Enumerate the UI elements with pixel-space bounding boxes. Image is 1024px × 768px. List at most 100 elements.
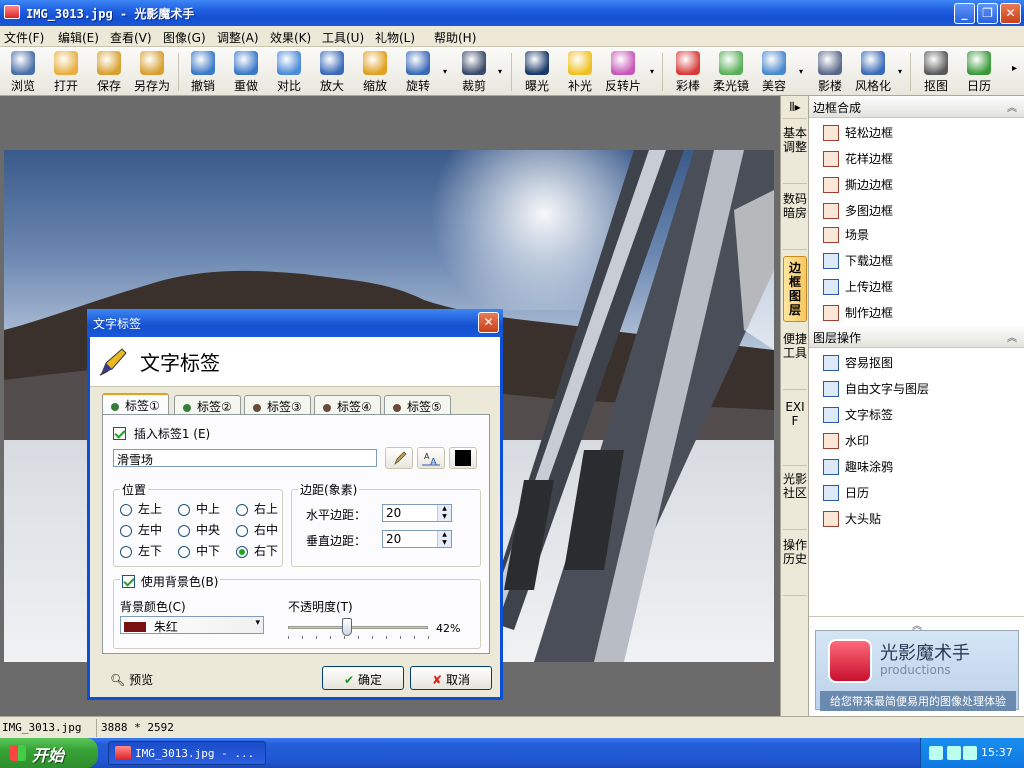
panel-item-torn-frame[interactable]: 撕边边框 bbox=[823, 176, 893, 196]
menu-adjust[interactable]: 调整(A) bbox=[217, 29, 259, 46]
crop-button[interactable]: 裁剪 bbox=[451, 49, 497, 94]
bg-color-select[interactable]: 朱红 ▾ bbox=[120, 616, 264, 634]
panel-item-download-frame[interactable]: 下载边框 bbox=[823, 252, 893, 272]
panel-item-easy-cutout[interactable]: 容易抠图 bbox=[823, 354, 893, 374]
radio-top-center[interactable]: 中上 bbox=[178, 500, 220, 517]
network-icon[interactable] bbox=[929, 746, 943, 760]
panel-item-watermark[interactable]: 水印 bbox=[823, 432, 869, 452]
panel-item-doodle[interactable]: 趣味涂鸦 bbox=[823, 458, 893, 478]
cancel-button[interactable]: ✘ 取消 bbox=[410, 666, 492, 690]
panel-item-calendar[interactable]: 日历 bbox=[823, 484, 869, 504]
tab-quick-tools[interactable]: 便捷工具 bbox=[783, 328, 807, 390]
label-text-input[interactable]: 滑雪场 bbox=[113, 449, 377, 467]
panel-item-make-frame[interactable]: 制作边框 bbox=[823, 304, 893, 324]
radio-bottom-center[interactable]: 中下 bbox=[178, 542, 220, 559]
tab-exif[interactable]: EXIF bbox=[783, 396, 807, 466]
exposure-button[interactable]: 曝光 bbox=[514, 49, 560, 94]
taskbar-item[interactable]: IMG_3013.jpg - ... bbox=[108, 741, 266, 765]
radio-top-left[interactable]: 左上 bbox=[120, 500, 162, 517]
opacity-slider-track[interactable] bbox=[288, 626, 428, 629]
menu-tools[interactable]: 工具(U) bbox=[322, 29, 364, 46]
tab-history[interactable]: 操作历史 bbox=[783, 534, 807, 596]
rotate-dropdown-icon[interactable]: ▾ bbox=[443, 67, 447, 76]
radio-bottom-left[interactable]: 左下 bbox=[120, 542, 162, 559]
tab-frame-layers[interactable]: 边框图层 bbox=[783, 256, 807, 322]
panel-item-easy-frame[interactable]: 轻松边框 bbox=[823, 124, 893, 144]
menu-image[interactable]: 图像(G) bbox=[163, 29, 206, 46]
panel-item-text-label[interactable]: 文字标签 bbox=[823, 406, 893, 426]
collapse-icon[interactable]: ︽ bbox=[1007, 99, 1017, 114]
calendar-button[interactable]: 日历 bbox=[956, 49, 1002, 94]
spin-icon[interactable]: ▲ ▼ bbox=[437, 531, 451, 547]
fill-light-button[interactable]: 补光 bbox=[557, 49, 603, 94]
tab-label-1[interactable]: 标签① bbox=[102, 393, 169, 415]
ok-button[interactable]: ✔ 确定 bbox=[322, 666, 404, 690]
ad-banner[interactable]: 光影魔术手 productions 给您带来最简便易用的图像处理体验 bbox=[815, 630, 1019, 711]
signal-icon[interactable] bbox=[947, 746, 961, 760]
tab-label-2[interactable]: 标签② bbox=[174, 395, 241, 415]
panel-item-multi-frame[interactable]: 多图边框 bbox=[823, 202, 893, 222]
dialog-close-button[interactable]: ✕ bbox=[478, 312, 499, 333]
opacity-slider-thumb[interactable] bbox=[341, 618, 352, 636]
cutout-button[interactable]: 抠图 bbox=[913, 49, 959, 94]
zoom-in-button[interactable]: 放大 bbox=[309, 49, 355, 94]
tab-label-5[interactable]: 标签⑤ bbox=[384, 395, 451, 415]
menu-gifts[interactable]: 礼物(L) bbox=[375, 29, 415, 46]
radio-middle-left[interactable]: 左中 bbox=[120, 521, 162, 538]
stylize-button[interactable]: 风格化 bbox=[850, 49, 896, 94]
preview-button[interactable]: 🔍︎ 预览 bbox=[110, 671, 153, 688]
close-button[interactable]: ✕ bbox=[1000, 3, 1021, 24]
reversal-film-button[interactable]: 反转片 bbox=[600, 49, 646, 94]
insert-label-row[interactable]: 插入标签1 (E) bbox=[113, 425, 210, 442]
panel-item-free-text-layer[interactable]: 自由文字与图层 bbox=[823, 380, 929, 400]
dialog-title-bar[interactable]: 文字标签 ✕ bbox=[87, 309, 503, 337]
panel-item-scene[interactable]: 场景 bbox=[823, 226, 869, 246]
tab-digital-darkroom[interactable]: 数码暗房 bbox=[783, 188, 807, 250]
horizontal-margin-input[interactable]: 20 ▲ ▼ bbox=[382, 504, 452, 522]
undo-button[interactable]: 撤销 bbox=[180, 49, 226, 94]
font-style-button[interactable]: AA bbox=[417, 447, 445, 469]
menu-file[interactable]: 文件(F) bbox=[4, 29, 44, 46]
font-button[interactable] bbox=[385, 447, 413, 469]
menu-effects[interactable]: 效果(K) bbox=[270, 29, 311, 46]
volume-icon[interactable] bbox=[963, 746, 977, 760]
panel-item-fancy-frame[interactable]: 花样边框 bbox=[823, 150, 893, 170]
tab-basic-adjust[interactable]: 基本调整 bbox=[783, 122, 807, 184]
menu-view[interactable]: 查看(V) bbox=[110, 29, 152, 46]
tab-community[interactable]: 光影社区 bbox=[783, 468, 807, 530]
vertical-margin-input[interactable]: 20 ▲ ▼ bbox=[382, 530, 452, 548]
crop-dropdown-icon[interactable]: ▾ bbox=[498, 67, 502, 76]
radio-middle-right[interactable]: 右中 bbox=[236, 521, 278, 538]
compare-button[interactable]: 对比 bbox=[266, 49, 312, 94]
minimize-button[interactable]: _ bbox=[954, 3, 975, 24]
soft-lens-button[interactable]: 柔光镜 bbox=[708, 49, 754, 94]
studio-button[interactable]: 影楼 bbox=[807, 49, 853, 94]
redo-button[interactable]: 重做 bbox=[223, 49, 269, 94]
rotate-button[interactable]: 旋转 bbox=[395, 49, 441, 94]
toolbar-more-icon[interactable]: ▸ bbox=[1012, 63, 1017, 74]
text-color-button[interactable] bbox=[449, 447, 477, 469]
menu-edit[interactable]: 编辑(E) bbox=[58, 29, 99, 46]
insert-label-checkbox[interactable] bbox=[113, 427, 126, 440]
menu-help[interactable]: 帮助(H) bbox=[434, 29, 476, 46]
open-button[interactable]: 打开 bbox=[43, 49, 89, 94]
tab-label-3[interactable]: 标签③ bbox=[244, 395, 311, 415]
save-button[interactable]: 保存 bbox=[86, 49, 132, 94]
effects-dropdown-icon[interactable]: ▾ bbox=[650, 67, 654, 76]
collapse-panel-toggle[interactable]: ⦀▸ bbox=[783, 96, 807, 119]
ad-collapse-icon[interactable]: ︽ bbox=[809, 616, 1024, 632]
stylize-dropdown-icon[interactable]: ▾ bbox=[898, 67, 902, 76]
browse-button[interactable]: 浏览 bbox=[0, 49, 46, 94]
collapse-icon[interactable]: ︽ bbox=[1007, 329, 1017, 344]
color-wand-button[interactable]: 彩棒 bbox=[665, 49, 711, 94]
resize-button[interactable]: 缩放 bbox=[352, 49, 398, 94]
radio-center[interactable]: 中央 bbox=[178, 521, 220, 538]
use-bg-row[interactable]: 使用背景色(B) bbox=[120, 573, 221, 590]
tab-label-4[interactable]: 标签④ bbox=[314, 395, 381, 415]
section-layer-ops[interactable]: 图层操作 ︽ bbox=[809, 326, 1024, 348]
panel-item-upload-frame[interactable]: 上传边框 bbox=[823, 278, 893, 298]
save-as-button[interactable]: 另存为 bbox=[129, 49, 175, 94]
chevron-down-icon[interactable]: ▾ bbox=[255, 618, 260, 628]
beauty-button[interactable]: 美容 bbox=[751, 49, 797, 94]
radio-top-right[interactable]: 右上 bbox=[236, 500, 278, 517]
